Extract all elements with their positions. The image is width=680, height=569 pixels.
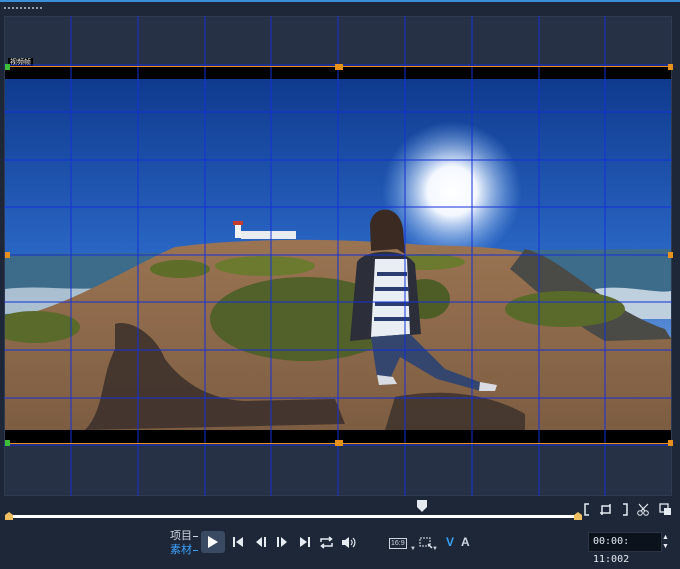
proxy-dropdown-icon[interactable]: ▼ [432,546,438,552]
split-clip-icon[interactable] [637,503,651,516]
go-to-end-button[interactable] [299,535,311,549]
timeline-bar[interactable] [8,515,580,518]
crop-handle-bottom-center[interactable] [335,440,343,446]
go-to-start-icon [233,537,243,547]
timecode-field[interactable]: 00:00: 11:002 [588,532,662,565]
smart-proxy-icon[interactable] [419,537,433,549]
video-frame [5,79,671,430]
crop-handle-bottom-right[interactable] [668,440,673,446]
trim-start-handle[interactable] [5,512,13,520]
timecode-stepper[interactable]: ▲ ▼ [662,533,669,551]
repeat-button[interactable] [319,535,334,549]
crop-handle-middle-left[interactable] [5,252,10,258]
audio-track-toggle[interactable]: A [461,535,470,549]
next-frame-button[interactable] [276,535,288,549]
copy-icon[interactable] [659,503,672,516]
go-to-start-button[interactable] [232,535,244,549]
drag-grip[interactable] [4,7,42,9]
aspect-ratio-button[interactable]: 16:9 [389,538,407,549]
scrubber-icon[interactable] [417,500,427,512]
crop-handle-middle-right[interactable] [668,252,673,258]
volume-icon [342,536,356,548]
crop-handle-top-right[interactable] [668,64,673,70]
crop-handle-bottom-left[interactable] [5,440,10,446]
crop-icon[interactable] [599,503,613,516]
crop-handle-top-center[interactable] [335,64,343,70]
mark-in-icon[interactable] [583,503,591,516]
clip-mode-label: 素材 [170,544,192,556]
window-top-accent [0,0,680,2]
volume-button[interactable] [341,535,356,549]
previous-frame-button[interactable] [255,535,267,549]
previous-frame-icon [256,537,266,547]
aspect-ratio-dropdown-icon[interactable]: ▼ [410,546,416,552]
clip-mode-toggle[interactable]: 素材 [170,543,198,557]
go-to-end-icon [300,537,310,547]
trim-end-handle[interactable] [574,512,582,520]
project-mode-label: 项目 [170,530,192,542]
play-icon [208,536,218,548]
crop-handle-top-left[interactable] [5,64,10,70]
repeat-icon [320,535,333,549]
next-frame-icon [277,537,287,547]
project-mode-toggle[interactable]: 项目 [170,529,198,543]
video-track-toggle[interactable]: V [446,535,454,549]
mark-out-icon[interactable] [621,503,629,516]
play-button[interactable] [201,531,225,553]
